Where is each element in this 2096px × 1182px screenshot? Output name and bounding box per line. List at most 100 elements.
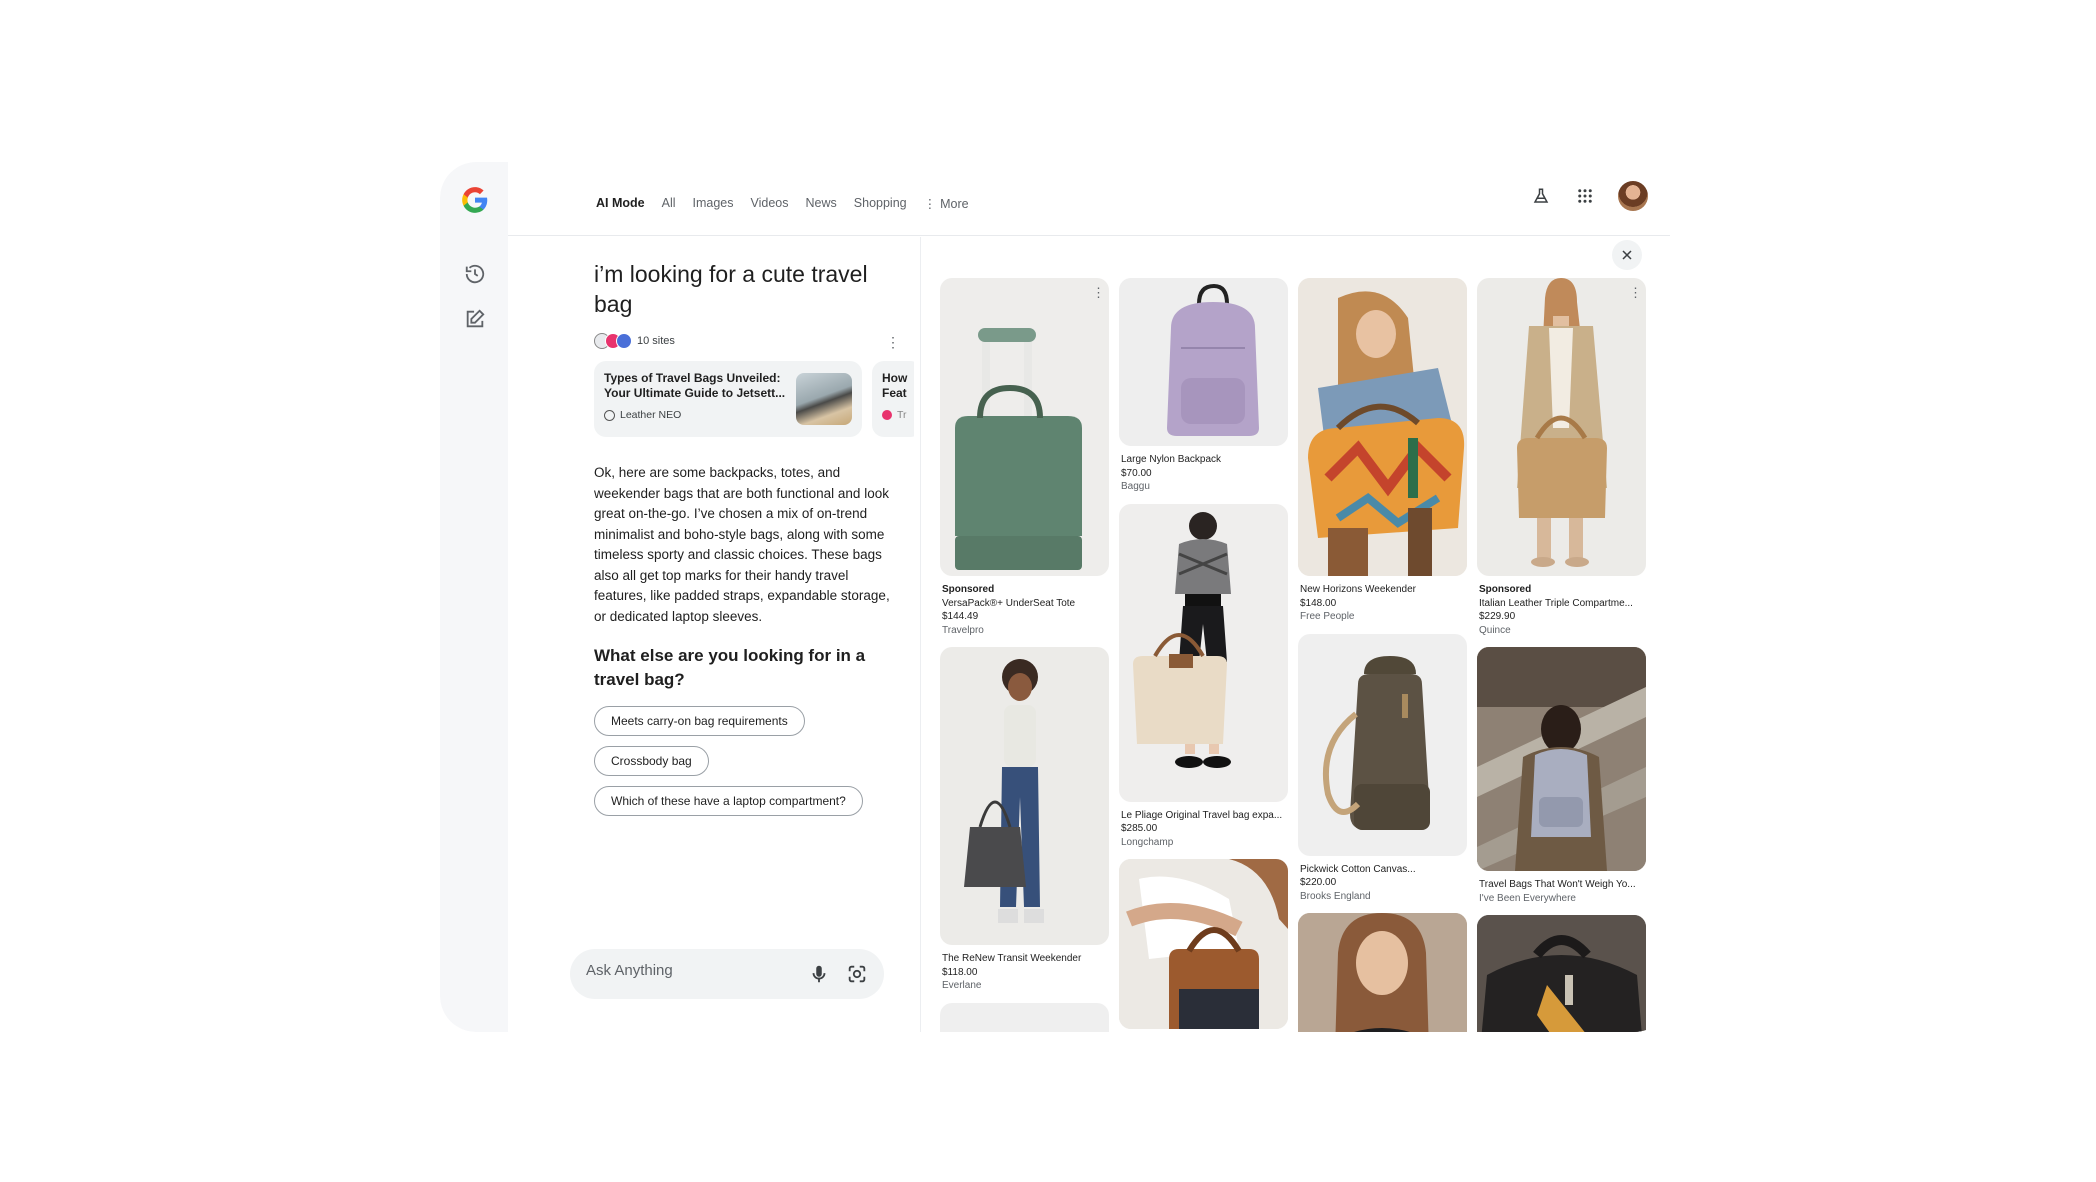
product-price: $118.00 — [942, 966, 978, 978]
product-column: Large Nylon Backpack $70.00 Baggu Le Pli… — [1119, 278, 1288, 1032]
ask-input[interactable] — [586, 962, 786, 979]
source-favicon-blue-icon — [616, 333, 632, 349]
close-icon — [1622, 250, 1632, 260]
more-options-icon[interactable]: ⋮ — [886, 334, 900, 351]
product-card[interactable] — [940, 1002, 1109, 1032]
browser-window: AI Mode All Images Videos News Shopping … — [440, 162, 1670, 1032]
product-card[interactable]: The ReNew Transit Weekender $118.00 Ever… — [940, 647, 1109, 993]
tab-images[interactable]: Images — [693, 196, 734, 211]
product-meta: Travel Bags That Won't Weigh Yo... I've … — [1477, 871, 1646, 905]
product-card[interactable]: New Horizons Weekender $148.00 Free Peop… — [1298, 278, 1467, 624]
top-navigation: AI Mode All Images Videos News Shopping … — [508, 162, 1670, 236]
history-icon[interactable] — [464, 263, 486, 285]
tab-shopping[interactable]: Shopping — [854, 196, 907, 211]
product-name: Travel Bags That Won't Weigh Yo... — [1479, 879, 1636, 890]
product-image-italian-leather-tote — [1477, 278, 1646, 576]
product-card[interactable]: Sponsored ⋮ Italian Leather Triple Compa… — [1477, 278, 1646, 637]
account-avatar[interactable] — [1618, 181, 1648, 211]
user-query: i’m looking for a cute travel bag — [594, 261, 868, 317]
chip-laptop-compartment[interactable]: Which of these have a laptop compartment… — [594, 786, 863, 816]
tab-news[interactable]: News — [806, 196, 837, 211]
source-card[interactable]: Types of Travel Bags Unveiled: Your Ulti… — [594, 361, 862, 437]
product-price: $144.49 — [942, 611, 979, 622]
ai-answer-text: Ok, here are some backpacks, totes, and … — [594, 465, 890, 624]
more-vert-icon: ⋮ — [923, 197, 937, 211]
product-card[interactable]: Le Pliage Original Travel bag expa... $2… — [1119, 503, 1288, 850]
source-card-site: Tr — [882, 409, 912, 421]
product-name: Italian Leather Triple Compartme... — [1479, 597, 1633, 609]
product-options-icon[interactable]: ⋮ — [1092, 286, 1105, 300]
source-card-title: Types of Travel Bags Unveiled: Your Ulti… — [604, 371, 786, 400]
leather-neo-favicon-icon — [604, 409, 615, 421]
header-actions — [1530, 181, 1648, 211]
product-image-underseat-tote — [940, 278, 1109, 576]
product-card[interactable] — [1119, 859, 1288, 1029]
product-image-leather-satchel — [1119, 859, 1288, 1029]
product-image-nylon-backpack — [1119, 278, 1288, 446]
source-card-title: How Feat — [882, 371, 908, 400]
product-meta: New Horizons Weekender $148.00 Free Peop… — [1298, 576, 1467, 624]
product-price: $70.00 — [1121, 467, 1152, 479]
product-meta: Pickwick Cotton Canvas... $220.00 Brooks… — [1298, 856, 1467, 904]
tab-ai-mode[interactable]: AI Mode — [596, 196, 645, 211]
product-merchant: Free People — [1300, 611, 1355, 622]
chip-carry-on[interactable]: Meets carry-on bag requirements — [594, 706, 805, 736]
product-merchant: Brooks England — [1300, 890, 1371, 902]
product-card[interactable] — [1298, 913, 1467, 1032]
product-price: $285.00 — [1121, 823, 1158, 834]
suggestion-chips: Meets carry-on bag requirements Crossbod… — [594, 706, 904, 816]
ask-bar — [570, 949, 884, 999]
sources-summary[interactable]: 10 sites ⋮ — [594, 331, 904, 351]
labs-flask-icon[interactable] — [1530, 185, 1552, 207]
close-panel-button[interactable] — [1612, 240, 1642, 270]
apps-grid-icon[interactable] — [1574, 185, 1596, 207]
product-image-new-horizons-weekender — [1298, 278, 1467, 576]
source-card-thumbnail — [796, 373, 852, 425]
product-image-portrait — [1298, 913, 1467, 1032]
product-card[interactable]: Large Nylon Backpack $70.00 Baggu — [1119, 278, 1288, 494]
followup-question: What else are you looking for in a trave… — [594, 646, 866, 689]
product-image-leather-bag-closeup — [1477, 915, 1646, 1032]
source-card[interactable]: How Feat Tr — [872, 361, 914, 437]
product-image-le-pliage — [1119, 503, 1288, 802]
tab-more[interactable]: ⋮ More — [923, 196, 969, 212]
product-meta: Sponsored ⋮ VersaPack®+ UnderSeat Tote $… — [940, 286, 1109, 637]
product-image-backpack-escalator — [1477, 647, 1646, 871]
chip-crossbody[interactable]: Crossbody bag — [594, 746, 709, 776]
product-name: Large Nylon Backpack — [1121, 454, 1222, 465]
product-name: Pickwick Cotton Canvas... — [1300, 863, 1416, 875]
product-meta: The ReNew Transit Weekender $118.00 Ever… — [940, 945, 1109, 993]
product-card[interactable]: Travel Bags That Won't Weigh Yo... I've … — [1477, 647, 1646, 905]
product-meta: Large Nylon Backpack $70.00 Baggu — [1119, 446, 1288, 494]
product-results-grid: Sponsored ⋮ VersaPack®+ UnderSeat Tote $… — [940, 278, 1656, 1032]
product-price: $148.00 — [1300, 597, 1337, 609]
search-tabs: AI Mode All Images Videos News Shopping … — [596, 196, 969, 211]
product-price: $220.00 — [1300, 877, 1337, 888]
source-cards: Types of Travel Bags Unveiled: Your Ulti… — [594, 361, 914, 437]
source-card-site-name: Leather NEO — [620, 409, 682, 421]
new-chat-icon[interactable] — [464, 308, 486, 330]
product-options-icon[interactable]: ⋮ — [1629, 286, 1642, 300]
tab-videos[interactable]: Videos — [751, 196, 789, 211]
product-merchant: Everlane — [942, 980, 982, 991]
product-card[interactable] — [1477, 915, 1646, 1032]
product-name: VersaPack®+ UnderSeat Tote — [942, 597, 1076, 609]
product-image-pickwick-canvas — [1298, 633, 1467, 856]
tab-more-label: More — [940, 196, 969, 211]
product-meta: Sponsored ⋮ Italian Leather Triple Compa… — [1477, 286, 1646, 637]
product-meta: Le Pliage Original Travel bag expa... $2… — [1119, 802, 1288, 850]
microphone-icon[interactable] — [808, 963, 830, 985]
tab-all[interactable]: All — [662, 196, 676, 211]
sponsored-label: Sponsored — [942, 584, 995, 595]
product-column: Sponsored ⋮ VersaPack®+ UnderSeat Tote $… — [940, 278, 1109, 1032]
product-card[interactable]: Sponsored ⋮ VersaPack®+ UnderSeat Tote $… — [940, 278, 1109, 637]
source-card-site-name: Tr — [897, 409, 907, 421]
product-image — [940, 1002, 1109, 1032]
panel-divider — [920, 237, 921, 1032]
product-card[interactable]: Pickwick Cotton Canvas... $220.00 Brooks… — [1298, 633, 1467, 904]
product-merchant: I've Been Everywhere — [1479, 892, 1576, 904]
google-logo[interactable] — [461, 186, 489, 214]
product-image-transit-weekender — [940, 647, 1109, 945]
product-merchant: Baggu — [1121, 481, 1150, 492]
lens-camera-icon[interactable] — [846, 963, 868, 985]
